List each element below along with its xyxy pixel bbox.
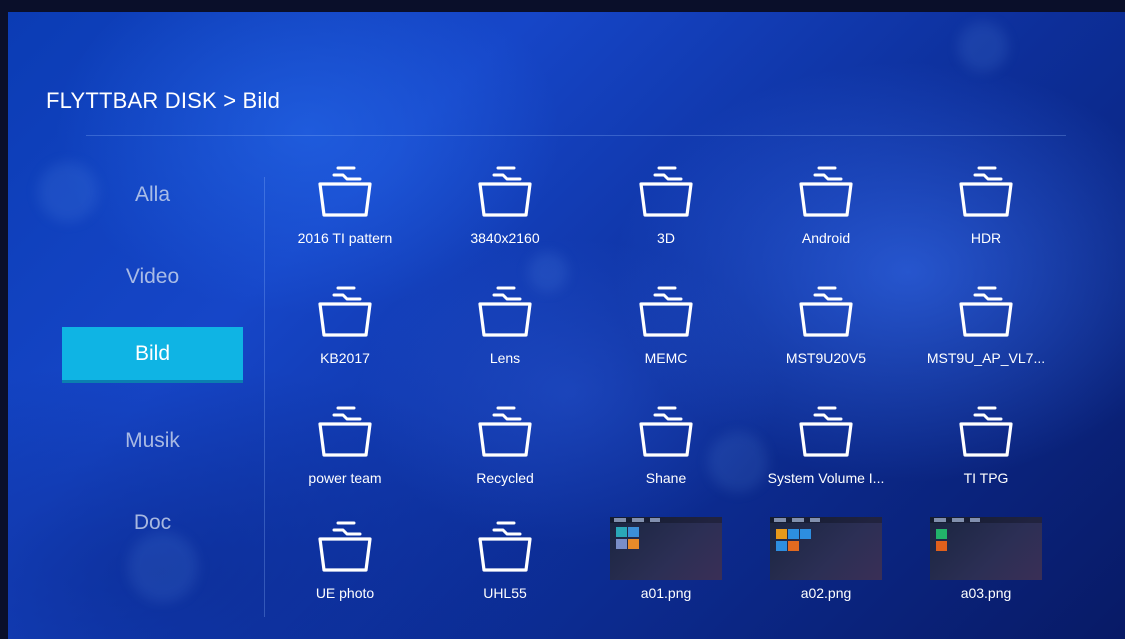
image-thumbnail: [770, 517, 882, 580]
file-name-label: a02.png: [800, 585, 852, 601]
folder-item[interactable]: Recycled: [430, 405, 580, 515]
sidebar-item-label: Video: [125, 265, 180, 288]
folder-icon: [637, 405, 695, 459]
file-name-label: MST9U20V5: [785, 350, 867, 366]
file-name-label: KB2017: [320, 350, 370, 366]
sidebar-item-video[interactable]: Video: [62, 249, 243, 305]
sidebar-item-bild[interactable]: Bild: [62, 327, 243, 383]
sidebar-item-alla[interactable]: Alla: [62, 167, 243, 223]
file-name-label: Android: [801, 230, 851, 246]
folder-item[interactable]: 3840x2160: [430, 165, 580, 275]
folder-item[interactable]: MEMC: [591, 285, 741, 395]
folder-icon: [797, 165, 855, 219]
file-name-label: HDR: [970, 230, 1002, 246]
file-name-label: a03.png: [960, 585, 1012, 601]
file-name-label: 2016 TI pattern: [297, 230, 393, 246]
file-name-label: Lens: [489, 350, 521, 366]
file-name-label: 3D: [657, 230, 675, 246]
folder-icon: [797, 405, 855, 459]
folder-item[interactable]: MST9U_AP_VL7...: [911, 285, 1061, 395]
folder-icon: [637, 165, 695, 219]
folder-item[interactable]: KB2017: [270, 285, 420, 395]
file-name-label: MST9U_AP_VL7...: [926, 350, 1046, 366]
file-name-label: UHL55: [483, 585, 527, 601]
sidebar-item-doc[interactable]: Doc: [62, 495, 243, 551]
file-name-label: MEMC: [644, 350, 688, 366]
folder-icon: [957, 285, 1015, 339]
file-name-label: TI TPG: [963, 470, 1009, 486]
sidebar-item-musik[interactable]: Musik: [62, 413, 243, 469]
folder-icon: [957, 165, 1015, 219]
file-name-label: UE photo: [315, 585, 375, 601]
image-file-item[interactable]: a02.png: [751, 517, 901, 630]
sidebar-item-label: Doc: [133, 511, 172, 534]
folder-item[interactable]: HDR: [911, 165, 1061, 275]
image-file-item[interactable]: a01.png: [591, 517, 741, 630]
folder-item[interactable]: 3D: [591, 165, 741, 275]
folder-item[interactable]: 2016 TI pattern: [270, 165, 420, 275]
folder-icon: [316, 285, 374, 339]
file-name-label: System Volume I...: [767, 470, 885, 486]
file-browser-screen: FLYTTBAR DISK > Bild Alla Video Bild Mus…: [8, 12, 1125, 639]
folder-item[interactable]: UHL55: [430, 520, 580, 630]
folder-icon: [316, 405, 374, 459]
breadcrumb: FLYTTBAR DISK > Bild: [46, 88, 281, 113]
sidebar-item-label: Alla: [134, 183, 171, 206]
sidebar-item-label: Bild: [134, 341, 171, 365]
folder-item[interactable]: Shane: [591, 405, 741, 515]
folder-icon: [316, 165, 374, 219]
file-name-label: Recycled: [476, 470, 534, 486]
folder-item[interactable]: MST9U20V5: [751, 285, 901, 395]
file-name-label: power team: [308, 470, 382, 486]
file-name-label: 3840x2160: [470, 230, 540, 246]
sidebar-divider: [264, 177, 265, 617]
image-thumbnail: [930, 517, 1042, 580]
sidebar-item-label: Musik: [125, 429, 180, 452]
folder-icon: [476, 165, 534, 219]
image-thumbnail: [610, 517, 722, 580]
folder-icon: [637, 285, 695, 339]
folder-item[interactable]: UE photo: [270, 520, 420, 630]
folder-icon: [957, 405, 1015, 459]
folder-icon: [797, 285, 855, 339]
folder-item[interactable]: System Volume I...: [751, 405, 901, 515]
folder-icon: [476, 285, 534, 339]
image-file-item[interactable]: a03.png: [911, 517, 1061, 630]
header-divider: [86, 135, 1066, 136]
folder-item[interactable]: Android: [751, 165, 901, 275]
file-name-label: a01.png: [640, 585, 692, 601]
folder-item[interactable]: Lens: [430, 285, 580, 395]
folder-icon: [316, 520, 374, 574]
folder-icon: [476, 405, 534, 459]
file-name-label: Shane: [645, 470, 687, 486]
folder-item[interactable]: power team: [270, 405, 420, 515]
folder-icon: [476, 520, 534, 574]
folder-item[interactable]: TI TPG: [911, 405, 1061, 515]
